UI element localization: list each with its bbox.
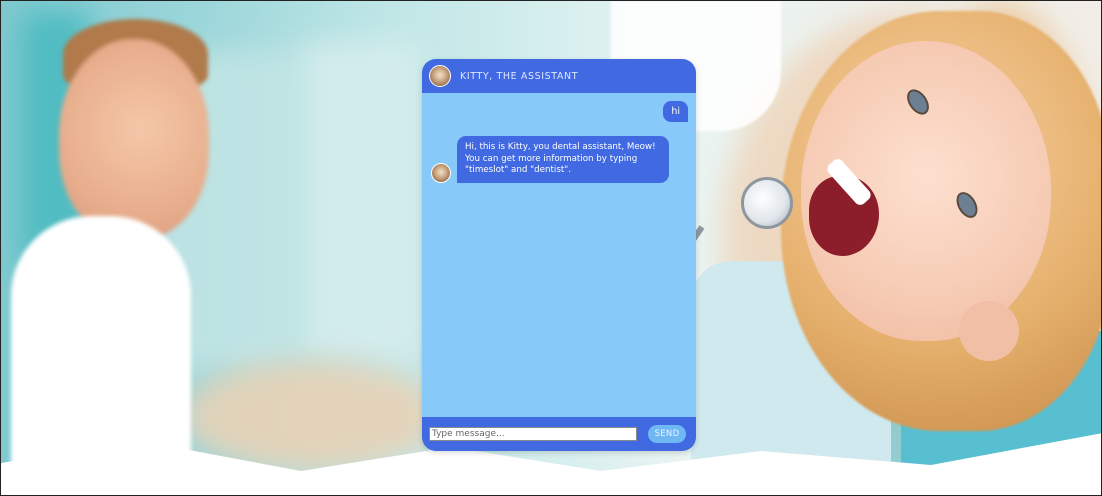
child-ear [959, 301, 1019, 361]
chat-title: KITTY, THE ASSISTANT [460, 70, 579, 82]
bot-message-line: "timeslot" and "dentist". [465, 165, 572, 175]
dentist-face [59, 39, 209, 239]
dental-mirror [741, 177, 793, 229]
bot-message-row: Hi, this is Kitty, you dental assistant,… [431, 136, 669, 183]
page-frame: KITTY, THE ASSISTANT hi Hi, this is Kitt… [0, 0, 1102, 496]
bot-message-line: Hi, this is Kitty, you dental assistant,… [465, 142, 656, 152]
bot-message-line: You can get more information by typing [465, 153, 638, 164]
bg-window [301, 41, 421, 361]
chat-footer: SEND [422, 417, 696, 451]
chat-widget: KITTY, THE ASSISTANT hi Hi, this is Kitt… [422, 59, 696, 451]
kitty-avatar-icon [431, 162, 451, 183]
kitty-avatar-icon [429, 65, 451, 87]
chat-header: KITTY, THE ASSISTANT [422, 59, 696, 93]
send-button[interactable]: SEND [648, 425, 686, 443]
user-message: hi [663, 101, 688, 122]
bot-message: Hi, this is Kitty, you dental assistant,… [457, 136, 669, 183]
message-input[interactable] [429, 427, 637, 441]
chat-messages: hi Hi, this is Kitty, you dental assista… [422, 93, 696, 417]
